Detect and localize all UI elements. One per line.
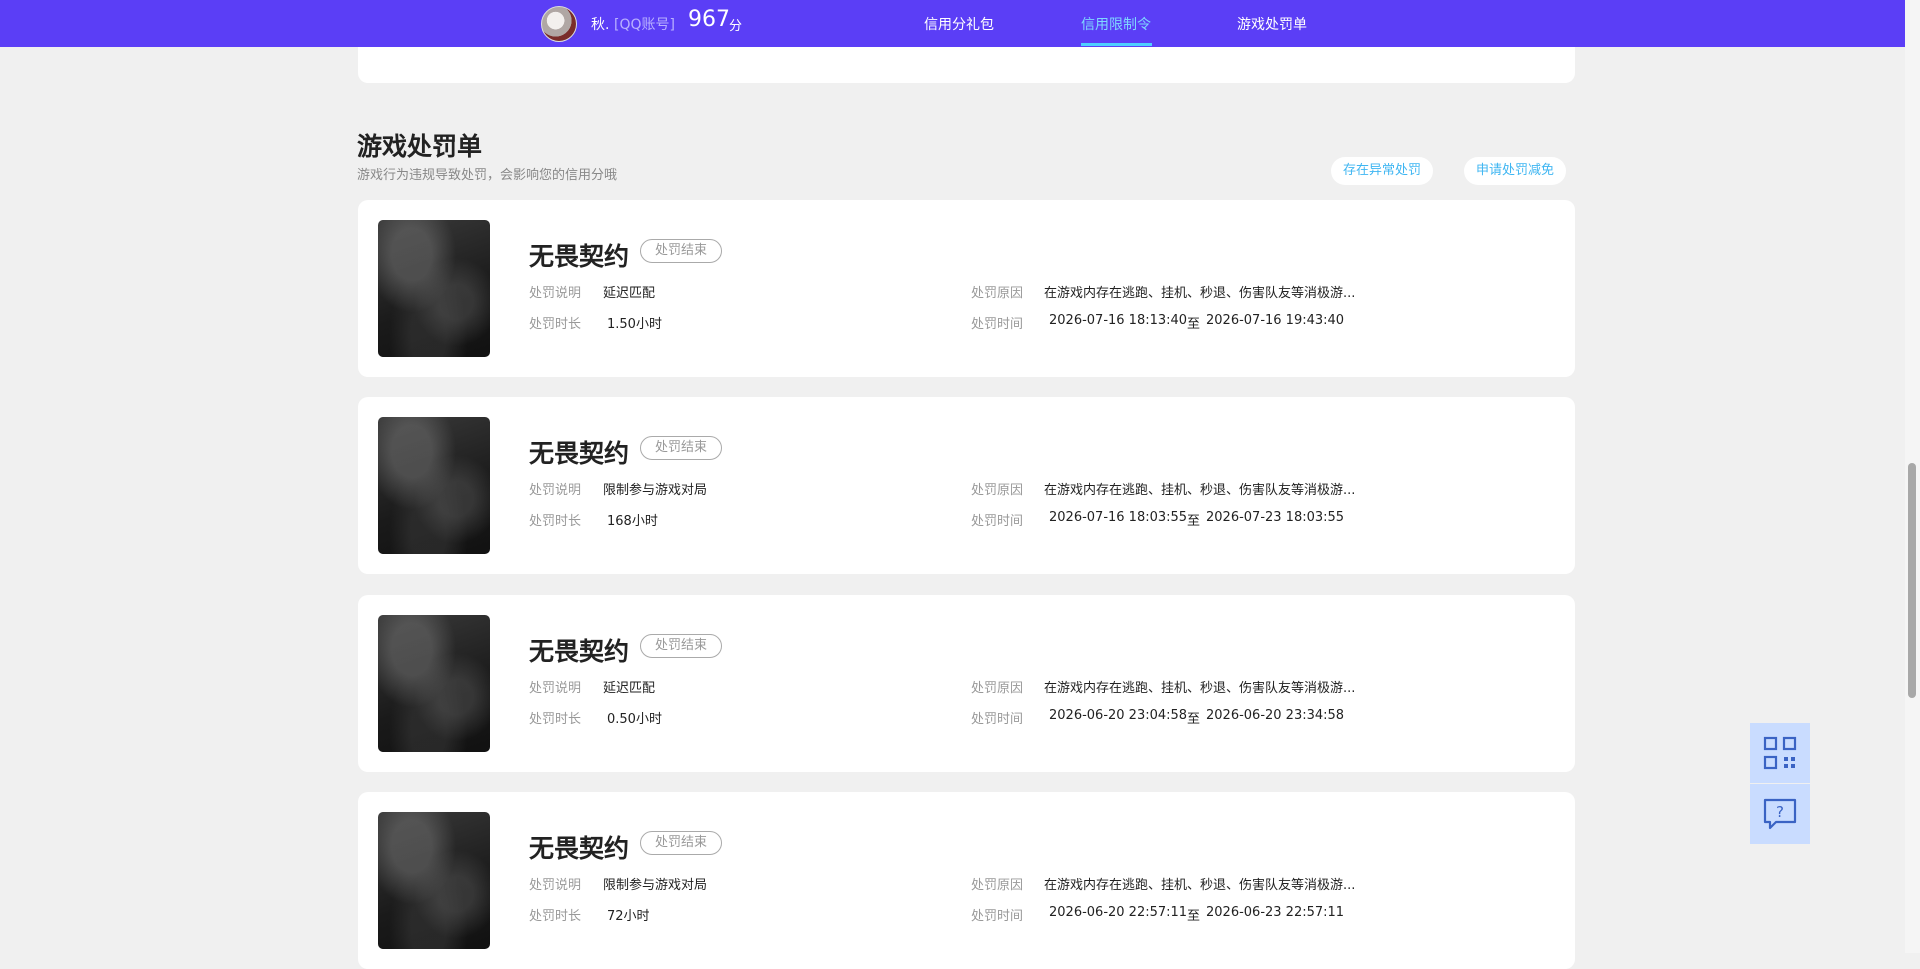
duration-value: 0.50小时: [607, 712, 662, 727]
desc-label: 处罚说明: [529, 681, 582, 696]
desc-value: 限制参与游戏对局: [603, 878, 708, 893]
time-label: 处罚时间: [971, 712, 1024, 727]
abnormal-penalty-button[interactable]: 存在异常处罚: [1331, 157, 1434, 185]
user-name: 秋.: [591, 17, 610, 33]
section-title: 游戏处罚单: [357, 132, 483, 161]
time-start: 2026-07-16 18:03:55: [1049, 510, 1188, 525]
penalty-card: 无畏契约 处罚结束 处罚说明 限制参与游戏对局 处罚时长 72小时 处罚原因 在…: [358, 792, 1575, 969]
time-start: 2026-06-20 23:04:58: [1049, 708, 1188, 723]
time-to: 至: [1187, 514, 1201, 529]
time-to: 至: [1187, 712, 1201, 727]
reason-label: 处罚原因: [971, 681, 1024, 696]
desc-value: 限制参与游戏对局: [603, 483, 708, 498]
game-cover-image: [378, 417, 490, 554]
section-subtitle: 游戏行为违规导致处罚，会影响您的信用分哦: [357, 168, 618, 183]
time-end: 2026-06-20 23:34:58: [1206, 708, 1345, 723]
duration-label: 处罚时长: [529, 909, 582, 924]
duration-label: 处罚时长: [529, 514, 582, 529]
tab-credit-restriction[interactable]: 信用限制令: [1081, 14, 1151, 34]
desc-label: 处罚说明: [529, 483, 582, 498]
help-button[interactable]: ?: [1750, 784, 1810, 844]
reason-value: 在游戏内存在逃跑、挂机、秒退、伤害队友等消极游...: [1044, 878, 1356, 893]
reason-value: 在游戏内存在逃跑、挂机、秒退、伤害队友等消极游...: [1044, 483, 1356, 498]
penalty-card: 无畏契约 处罚结束 处罚说明 延迟匹配 处罚时长 1.50小时 处罚原因 在游戏…: [358, 200, 1575, 377]
credit-score: 967: [688, 7, 730, 32]
tab-game-penalty[interactable]: 游戏处罚单: [1237, 14, 1307, 34]
apply-reduction-button[interactable]: 申请处罚减免: [1464, 157, 1567, 185]
status-badge: 处罚结束: [640, 436, 723, 460]
scrollbar-thumb[interactable]: [1908, 463, 1916, 698]
reason-label: 处罚原因: [971, 286, 1024, 301]
game-cover-image: [378, 812, 490, 949]
reason-label: 处罚原因: [971, 483, 1024, 498]
time-end: 2026-06-23 22:57:11: [1206, 905, 1345, 920]
time-label: 处罚时间: [971, 909, 1024, 924]
reason-value: 在游戏内存在逃跑、挂机、秒退、伤害队友等消极游...: [1044, 681, 1356, 696]
status-badge: 处罚结束: [640, 831, 723, 855]
penalty-card: 无畏契约 处罚结束 处罚说明 延迟匹配 处罚时长 0.50小时 处罚原因 在游戏…: [358, 595, 1575, 772]
status-badge: 处罚结束: [640, 239, 723, 263]
time-to: 至: [1187, 909, 1201, 924]
time-label: 处罚时间: [971, 317, 1024, 332]
game-cover-image: [378, 220, 490, 357]
qr-code-button[interactable]: [1750, 723, 1810, 783]
game-name: 无畏契约: [529, 834, 630, 863]
credit-score-unit: 分: [729, 19, 743, 34]
duration-value: 72小时: [607, 909, 650, 924]
time-label: 处罚时间: [971, 514, 1024, 529]
time-start: 2026-06-20 22:57:11: [1049, 905, 1188, 920]
svg-text:?: ?: [1776, 803, 1784, 821]
penalty-card: 无畏契约 处罚结束 处罚说明 限制参与游戏对局 处罚时长 168小时 处罚原因 …: [358, 397, 1575, 574]
time-end: 2026-07-16 19:43:40: [1206, 313, 1345, 328]
qr-code-icon: [1763, 736, 1797, 770]
game-name: 无畏契约: [529, 439, 630, 468]
desc-label: 处罚说明: [529, 286, 582, 301]
duration-value: 168小时: [607, 514, 658, 529]
top-nav-bar: 秋. [QQ账号] 967 分 信用分礼包 信用限制令 游戏处罚单: [0, 0, 1905, 47]
time-start: 2026-07-16 18:13:40: [1049, 313, 1188, 328]
duration-value: 1.50小时: [607, 317, 662, 332]
reason-label: 处罚原因: [971, 878, 1024, 893]
game-cover-image: [378, 615, 490, 752]
desc-label: 处罚说明: [529, 878, 582, 893]
active-tab-indicator: [1081, 43, 1152, 46]
duration-label: 处罚时长: [529, 712, 582, 727]
tab-credit-gift[interactable]: 信用分礼包: [924, 14, 994, 34]
desc-value: 延迟匹配: [603, 681, 656, 696]
time-end: 2026-07-23 18:03:55: [1206, 510, 1345, 525]
desc-value: 延迟匹配: [603, 286, 656, 301]
time-to: 至: [1187, 317, 1201, 332]
reason-value: 在游戏内存在逃跑、挂机、秒退、伤害队友等消极游...: [1044, 286, 1356, 301]
account-type: [QQ账号]: [614, 17, 675, 33]
help-chat-icon: ?: [1763, 798, 1797, 830]
status-badge: 处罚结束: [640, 634, 723, 658]
game-name: 无畏契约: [529, 637, 630, 666]
duration-label: 处罚时长: [529, 317, 582, 332]
game-name: 无畏契约: [529, 242, 630, 271]
avatar[interactable]: [541, 6, 577, 42]
